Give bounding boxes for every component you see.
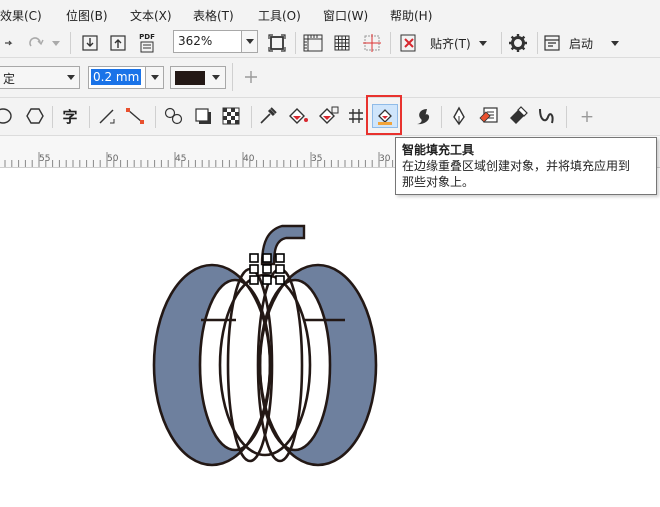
selection-handles[interactable] [249, 253, 285, 285]
outline-width-dropdown[interactable] [145, 67, 163, 88]
menu-tools[interactable]: 工具(O) [258, 7, 301, 24]
menu-effects[interactable]: 效果(C) [0, 7, 42, 24]
menu-help[interactable]: 帮助(H) [390, 7, 432, 24]
ruler-label: 35 [311, 154, 323, 164]
ruler-label: 30 [379, 154, 391, 164]
line-style-select[interactable]: 定 [0, 66, 80, 89]
separator [537, 32, 538, 54]
chevron-down-icon [151, 75, 159, 80]
export-icon[interactable] [107, 32, 129, 54]
redo-icon[interactable] [25, 33, 47, 53]
polygon-tool-icon[interactable] [24, 105, 46, 127]
ruler-label: 45 [175, 154, 187, 164]
outline-width-value: 0.2 mm [91, 69, 142, 85]
ruler-label: 55 [39, 154, 51, 164]
drawing-canvas[interactable] [0, 168, 660, 504]
launch-dropdown[interactable]: 启动 [543, 31, 627, 55]
launch-icon [544, 35, 560, 51]
ellipse-tool-icon[interactable] [0, 105, 14, 127]
show-guidelines-icon[interactable] [360, 31, 384, 55]
pdf-label: PDF [139, 33, 155, 41]
outline-color-picker[interactable] [170, 66, 226, 89]
ruler-label: 50 [107, 154, 119, 164]
menu-window[interactable]: 窗口(W) [323, 7, 368, 24]
eyedropper-icon[interactable] [257, 105, 279, 127]
content-fill-icon[interactable] [477, 105, 501, 127]
text-tool-button[interactable]: 字 [58, 105, 82, 127]
chevron-down-icon [611, 40, 620, 46]
zoom-level-input[interactable]: 362% [173, 30, 242, 53]
launch-label: 启动 [569, 36, 594, 51]
separator [52, 106, 53, 128]
chevron-down-icon [212, 75, 220, 80]
separator [155, 106, 156, 128]
separator [390, 32, 391, 54]
import-icon[interactable] [79, 32, 101, 54]
plus-icon: + [579, 107, 595, 127]
menu-text[interactable]: 文本(X) [130, 7, 172, 24]
undo-dropdown-icon[interactable] [0, 36, 16, 50]
separator [441, 106, 442, 128]
snap-to-dropdown[interactable]: 贴齐(T) [428, 31, 498, 55]
customize-toolbox-button[interactable]: + [578, 107, 596, 127]
menu-bar: 效果(C) 位图(B) 文本(X) 表格(T) 工具(O) 窗口(W) 帮助(H… [0, 0, 660, 27]
separator [501, 32, 502, 54]
transparency-icon[interactable] [220, 105, 242, 127]
zoom-dropdown-button[interactable] [241, 30, 258, 53]
chevron-down-icon [245, 39, 254, 44]
chevron-down-icon [478, 40, 487, 46]
redo-dropdown-icon[interactable] [50, 37, 62, 49]
text-tool-glyph: 字 [62, 107, 78, 126]
pumpkin-drawing [152, 224, 378, 467]
publish-pdf-button[interactable]: PDF [135, 30, 159, 56]
full-screen-icon[interactable] [266, 32, 288, 54]
pen-tool-icon[interactable] [448, 105, 470, 127]
snap-off-icon[interactable] [397, 31, 421, 55]
separator [232, 63, 233, 91]
show-rulers-icon[interactable] [300, 31, 326, 55]
menu-bitmaps[interactable]: 位图(B) [66, 7, 108, 24]
outline-width-input[interactable]: 0.2 mm [88, 66, 164, 89]
snap-to-label: 贴齐(T) [430, 36, 471, 51]
tooltip-title: 智能填充工具 [402, 143, 475, 157]
separator [566, 106, 567, 128]
artistic-media-icon[interactable] [412, 105, 434, 127]
interactive-fill-icon[interactable] [286, 105, 310, 127]
chevron-down-icon [67, 75, 75, 80]
outline-color-swatch [175, 71, 205, 85]
separator [295, 32, 296, 54]
options-gear-icon[interactable] [506, 31, 530, 55]
add-button[interactable] [242, 68, 260, 86]
line-style-value: 定 [3, 72, 16, 86]
align-snap-icon[interactable] [345, 105, 367, 127]
smooth-tool-icon[interactable] [535, 105, 559, 127]
separator [89, 106, 90, 128]
eraser-tool-icon[interactable] [506, 105, 530, 127]
parallel-dimension-icon[interactable] [96, 105, 118, 127]
menu-table[interactable]: 表格(T) [193, 7, 234, 24]
show-grid-icon[interactable] [330, 31, 354, 55]
ruler-label: 40 [243, 154, 255, 164]
separator [70, 32, 71, 54]
plus-icon [245, 71, 257, 83]
mesh-fill-icon[interactable] [316, 105, 340, 127]
blend-tool-icon[interactable] [162, 105, 186, 127]
connector-tool-icon[interactable] [123, 105, 147, 127]
separator [251, 106, 252, 128]
tool-highlight-frame [366, 95, 402, 135]
drop-shadow-icon[interactable] [192, 105, 214, 127]
